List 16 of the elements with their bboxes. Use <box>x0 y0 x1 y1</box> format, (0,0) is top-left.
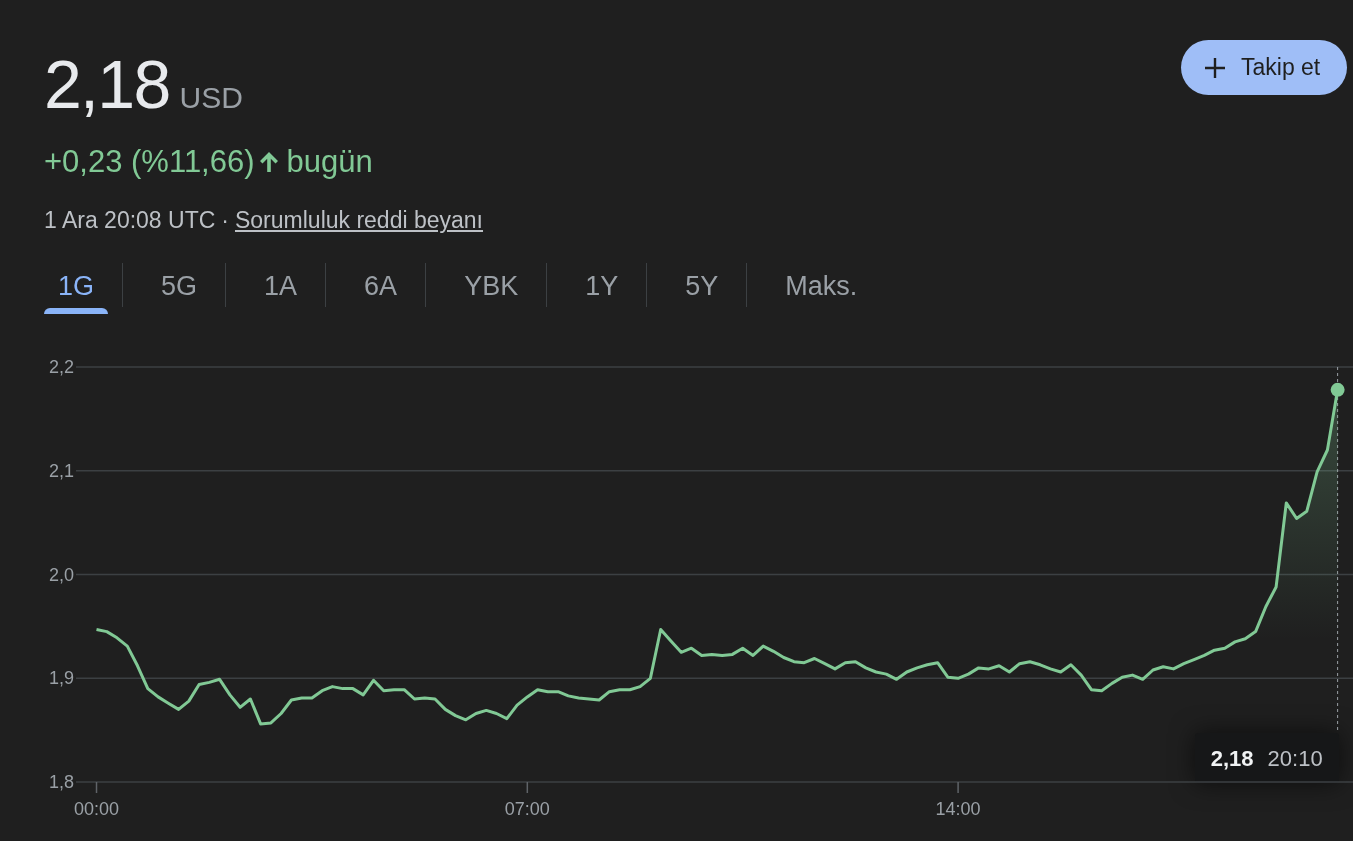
currency-label: USD <box>179 83 243 113</box>
x-axis-label: 07:00 <box>504 799 550 819</box>
y-axis-label: 1,9 <box>48 668 74 689</box>
y-axis-label: 2,1 <box>48 460 74 481</box>
y-axis-label: 2,0 <box>48 564 74 585</box>
price-value: 2,18 <box>44 50 170 118</box>
separator: · <box>221 206 229 234</box>
period-label: bugün <box>286 144 373 180</box>
tooltip-value: 2,18 <box>1210 744 1254 773</box>
y-axis-label: 2,2 <box>48 357 74 377</box>
x-axis-label: 00:00 <box>74 799 120 819</box>
price-change: +0,23 (%11,66) <box>44 144 255 180</box>
timestamp: 1 Ara 20:08 UTC <box>44 206 216 234</box>
x-axis-label: 14:00 <box>935 799 981 819</box>
tooltip-time: 20:10 <box>1267 744 1323 773</box>
y-axis-label: 1,8 <box>48 772 74 792</box>
